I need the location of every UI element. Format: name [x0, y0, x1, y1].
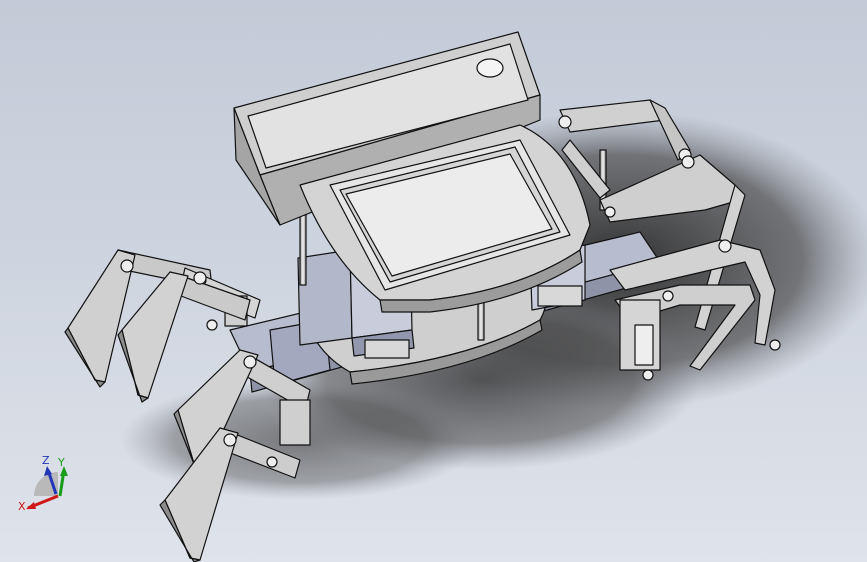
z-axis-label: Z [42, 454, 50, 467]
view-orientation-triad: X Y Z [14, 450, 74, 518]
y-axis-label: Y [57, 456, 65, 469]
robot-model[interactable] [0, 0, 867, 562]
x-axis-label: X [18, 500, 26, 513]
graphics-viewport[interactable]: X Y Z [0, 0, 867, 562]
